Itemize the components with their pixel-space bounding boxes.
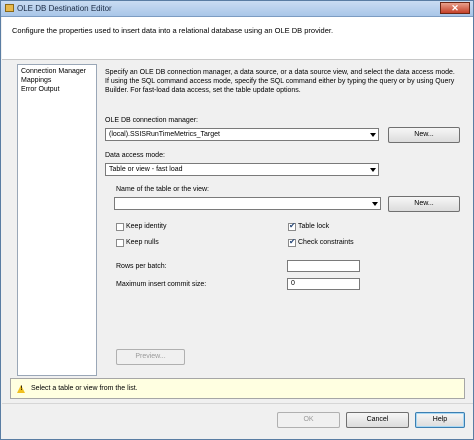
ok-button[interactable]: OK xyxy=(277,412,340,428)
conn-manager-label: OLE DB connection manager: xyxy=(105,117,198,124)
dropdown-arrow-icon xyxy=(370,133,376,137)
max-commit-size-value: 0 xyxy=(291,280,295,287)
max-commit-size-input[interactable]: 0 xyxy=(287,278,360,290)
nav-item-connection-manager[interactable]: Connection Manager xyxy=(21,68,86,75)
app-icon xyxy=(5,4,14,12)
help-button[interactable]: Help xyxy=(415,412,465,428)
dropdown-arrow-icon xyxy=(372,202,378,206)
check-constraints-checkbox[interactable]: ✔ xyxy=(288,237,296,247)
rows-per-batch-input[interactable] xyxy=(287,260,360,272)
window-title: OLE DB Destination Editor xyxy=(17,4,112,13)
cancel-button[interactable]: Cancel xyxy=(346,412,409,428)
close-button[interactable]: ✕ xyxy=(440,2,470,14)
access-mode-value: Table or view - fast load xyxy=(109,166,183,173)
table-lock-checkbox[interactable]: ✔ xyxy=(288,221,296,231)
nav-item-error-output[interactable]: Error Output xyxy=(21,86,60,93)
checkmark-icon: ✔ xyxy=(289,221,296,230)
footer-separator xyxy=(2,403,473,404)
dialog-window: OLE DB Destination Editor ✕ Configure th… xyxy=(0,0,474,440)
message-bar: ! Select a table or view from the list. xyxy=(10,378,465,399)
keep-identity-label: Keep identity xyxy=(126,223,167,230)
keep-nulls-checkbox[interactable] xyxy=(116,239,124,247)
preview-button[interactable]: Preview... xyxy=(116,349,185,365)
table-name-label: Name of the table or the view: xyxy=(116,186,209,193)
header-text: Configure the properties used to insert … xyxy=(12,26,334,35)
conn-manager-value: (local).SSISRunTimeMetrics_Target xyxy=(109,131,220,138)
conn-manager-combo[interactable]: (local).SSISRunTimeMetrics_Target xyxy=(105,128,379,141)
access-mode-label: Data access mode: xyxy=(105,152,165,159)
table-name-combo[interactable] xyxy=(114,197,381,210)
description-text: Specify an OLE DB connection manager, a … xyxy=(105,69,455,95)
keep-nulls-label: Keep nulls xyxy=(126,239,159,246)
message-text: Select a table or view from the list. xyxy=(31,385,138,392)
title-bar[interactable]: OLE DB Destination Editor ✕ xyxy=(1,1,473,17)
check-constraints-label: Check constraints xyxy=(298,239,354,246)
nav-panel: Connection Manager Mappings Error Output xyxy=(17,64,97,376)
access-mode-combo[interactable]: Table or view - fast load xyxy=(105,163,379,176)
max-commit-size-label: Maximum insert commit size: xyxy=(116,281,207,288)
table-lock-label: Table lock xyxy=(298,223,330,230)
keep-identity-checkbox[interactable] xyxy=(116,223,124,231)
rows-per-batch-label: Rows per batch: xyxy=(116,263,167,270)
new-table-button[interactable]: New... xyxy=(388,196,460,212)
checkmark-icon: ✔ xyxy=(289,237,296,246)
nav-item-mappings[interactable]: Mappings xyxy=(21,77,51,84)
dropdown-arrow-icon xyxy=(370,168,376,172)
warning-mark: ! xyxy=(20,385,23,392)
new-connection-button[interactable]: New... xyxy=(388,127,460,143)
header-band: Configure the properties used to insert … xyxy=(2,17,473,60)
